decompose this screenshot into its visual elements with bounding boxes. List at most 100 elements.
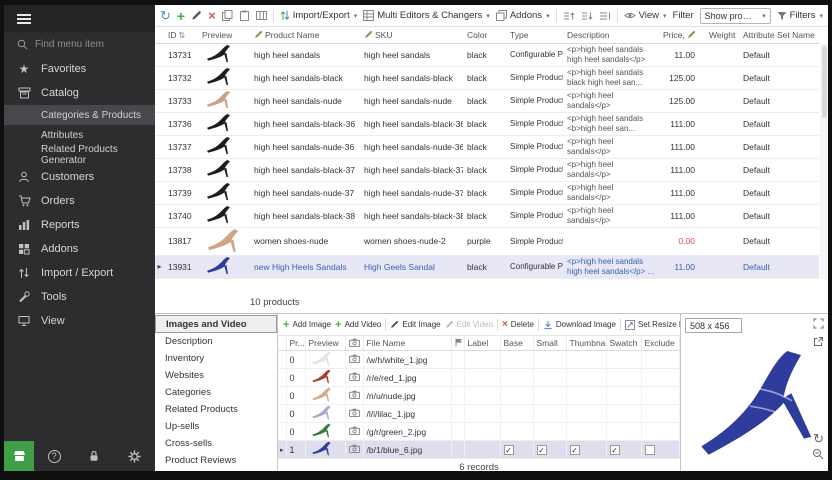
product-row-13736[interactable]: 13736high heel sandals-black-36high heel… bbox=[155, 112, 819, 135]
paste-icon[interactable] bbox=[239, 10, 250, 21]
column-header-description[interactable]: Description bbox=[563, 27, 659, 43]
tab-inventory[interactable]: Inventory bbox=[155, 350, 277, 367]
image-row[interactable]: 0/g/r/green_2.jpg bbox=[278, 423, 680, 441]
sidebar-item-related-products-generator[interactable]: Related Products Generator bbox=[4, 145, 155, 165]
download-image-button[interactable]: Download Image bbox=[543, 320, 616, 330]
column-flag[interactable] bbox=[451, 336, 464, 351]
store-button[interactable] bbox=[4, 441, 34, 471]
column-label[interactable]: Label bbox=[464, 336, 500, 351]
product-weight-cell bbox=[705, 158, 739, 181]
column-exclude[interactable]: Exclude bbox=[641, 336, 680, 351]
product-row-13740[interactable]: 13740high heel sandals-black-38high heel… bbox=[155, 204, 819, 227]
swatch-checkbox[interactable]: ✓ bbox=[610, 445, 620, 455]
settings-button[interactable] bbox=[115, 441, 155, 471]
lock-button[interactable] bbox=[74, 441, 114, 471]
sidebar-item-favorites[interactable]: ★ Favorites bbox=[4, 57, 155, 81]
column-header-product-name[interactable]: Product Name bbox=[250, 27, 360, 43]
zoom-out-icon[interactable] bbox=[812, 448, 824, 464]
fullscreen-icon[interactable] bbox=[813, 317, 824, 333]
multi-editors-menu[interactable]: Multi Editors & Changers▾ bbox=[363, 10, 490, 21]
column-camera[interactable] bbox=[345, 336, 363, 351]
import-export-menu[interactable]: Import/Export▾ bbox=[280, 10, 358, 21]
column-swatch[interactable]: Swatch bbox=[606, 336, 641, 351]
image-row[interactable]: 0/l/i/lilac_1.jpg bbox=[278, 405, 680, 423]
filters-button[interactable]: Filters▾ bbox=[777, 10, 823, 21]
sidebar-item-attributes[interactable]: Attributes bbox=[4, 125, 155, 145]
image-preview-cell bbox=[305, 441, 345, 459]
sidebar-item-addons[interactable]: Addons bbox=[4, 237, 155, 261]
open-in-new-icon[interactable] bbox=[813, 335, 824, 351]
column-header-price[interactable]: Price, bbox=[659, 27, 705, 43]
menu-icon[interactable] bbox=[17, 12, 31, 26]
column-header-sku[interactable]: SKU bbox=[360, 27, 463, 43]
sidebar-item-import-export[interactable]: Import / Export bbox=[4, 261, 155, 285]
product-row-13731[interactable]: 13731high heel sandalshigh heel sandalsb… bbox=[155, 43, 819, 66]
view-menu[interactable]: View▾ bbox=[624, 10, 667, 21]
tab-images-and-video[interactable]: Images and Video bbox=[155, 315, 277, 333]
expand-rows-icon[interactable] bbox=[599, 11, 611, 21]
product-row-13739[interactable]: 13739high heel sandals-nude-37high heel … bbox=[155, 181, 819, 204]
tab-description[interactable]: Description bbox=[155, 333, 277, 350]
add-video-button[interactable]: +Add Video bbox=[335, 319, 381, 331]
delete-product-icon[interactable]: × bbox=[208, 9, 216, 22]
thumbnail-checkbox[interactable]: ✓ bbox=[570, 445, 580, 455]
grid-scrollbar[interactable] bbox=[820, 44, 828, 279]
column-preview[interactable]: Preview bbox=[305, 336, 345, 351]
base-checkbox[interactable]: ✓ bbox=[504, 445, 514, 455]
product-row-13737[interactable]: 13737high heel sandals-nude-36high heel … bbox=[155, 135, 819, 158]
addons-menu[interactable]: Addons▾ bbox=[496, 10, 550, 21]
product-row-13738[interactable]: 13738high heel sandals-black-37high heel… bbox=[155, 158, 819, 181]
add-product-icon[interactable]: + bbox=[177, 9, 185, 23]
image-size-field[interactable]: 508 x 456 bbox=[685, 318, 742, 333]
column-thumbnail[interactable]: Thumbna bbox=[566, 336, 606, 351]
column-header-attribute-set[interactable]: Attribute Set Name bbox=[739, 27, 819, 43]
column-small[interactable]: Small bbox=[533, 336, 566, 351]
edit-product-icon[interactable] bbox=[191, 10, 202, 21]
column-header-preview[interactable]: Preview bbox=[198, 27, 250, 43]
copy-icon[interactable] bbox=[222, 10, 233, 21]
add-image-button[interactable]: +Add Image bbox=[283, 319, 331, 331]
refresh-icon[interactable]: ↻ bbox=[160, 9, 171, 22]
tab-websites[interactable]: Websites bbox=[155, 367, 277, 384]
tab-product-reviews[interactable]: Product Reviews bbox=[155, 452, 277, 469]
image-row[interactable]: ▸1/b/1/blue_6.jpg✓✓✓✓ bbox=[278, 441, 680, 459]
category-filter-select[interactable]: Show products from selected categories ▾ bbox=[700, 8, 771, 24]
sidebar-item-orders[interactable]: Orders bbox=[4, 189, 155, 213]
image-row[interactable]: 0/r/e/red_1.jpg bbox=[278, 369, 680, 387]
sidebar-item-catalog[interactable]: Catalog bbox=[4, 81, 155, 105]
sidebar-item-reports[interactable]: Reports bbox=[4, 213, 155, 237]
columns-icon[interactable] bbox=[256, 10, 267, 21]
rotate-icon[interactable]: ↻ bbox=[813, 432, 824, 445]
menu-search-input[interactable] bbox=[35, 39, 142, 50]
set-resize-rule-button[interactable]: Set Resize Rule bbox=[625, 320, 680, 330]
column-header-weight[interactable]: Weight bbox=[705, 27, 739, 43]
help-button[interactable]: ? bbox=[34, 441, 74, 471]
column-file-name[interactable]: File Name bbox=[363, 336, 451, 351]
column-position[interactable]: Pr... bbox=[286, 336, 305, 351]
image-row[interactable]: 0/w/h/white_1.jpg bbox=[278, 351, 680, 369]
delete-image-button[interactable]: ×Delete bbox=[502, 319, 534, 330]
small-checkbox[interactable]: ✓ bbox=[537, 445, 547, 455]
tab-related-products[interactable]: Related Products bbox=[155, 401, 277, 418]
product-sku-cell: high heel sandals-black bbox=[360, 66, 463, 89]
column-header-color[interactable]: Color bbox=[463, 27, 506, 43]
sidebar-item-view[interactable]: View bbox=[4, 309, 155, 333]
tab-categories[interactable]: Categories bbox=[155, 384, 277, 401]
edit-image-button[interactable]: Edit Image bbox=[390, 320, 440, 329]
product-row-13732[interactable]: 13732high heel sandals-blackhigh heel sa… bbox=[155, 66, 819, 89]
product-row-13733[interactable]: 13733high heel sandals-nudehigh heel san… bbox=[155, 89, 819, 112]
tab-up-sells[interactable]: Up-sells bbox=[155, 418, 277, 435]
image-row[interactable]: 0/n/u/nude.jpg bbox=[278, 387, 680, 405]
sidebar-item-customers[interactable]: Customers bbox=[4, 165, 155, 189]
sidebar-item-categories-and-products[interactable]: Categories & Products bbox=[4, 105, 155, 125]
sort-desc-icon[interactable] bbox=[581, 11, 593, 21]
column-header-id[interactable]: ID⇅ bbox=[164, 27, 198, 43]
column-base[interactable]: Base bbox=[500, 336, 533, 351]
sidebar-item-tools[interactable]: Tools bbox=[4, 285, 155, 309]
column-header-type[interactable]: Type bbox=[506, 27, 563, 43]
product-row-13817[interactable]: 13817women shoes-nudewomen shoes-nude-2p… bbox=[155, 227, 819, 255]
sort-asc-icon[interactable] bbox=[563, 11, 575, 21]
tab-cross-sells[interactable]: Cross-sells bbox=[155, 435, 277, 452]
exclude-checkbox[interactable] bbox=[645, 445, 655, 455]
product-row-13931[interactable]: ▸13931new High Heels SandalsHigh Geels S… bbox=[155, 255, 819, 278]
